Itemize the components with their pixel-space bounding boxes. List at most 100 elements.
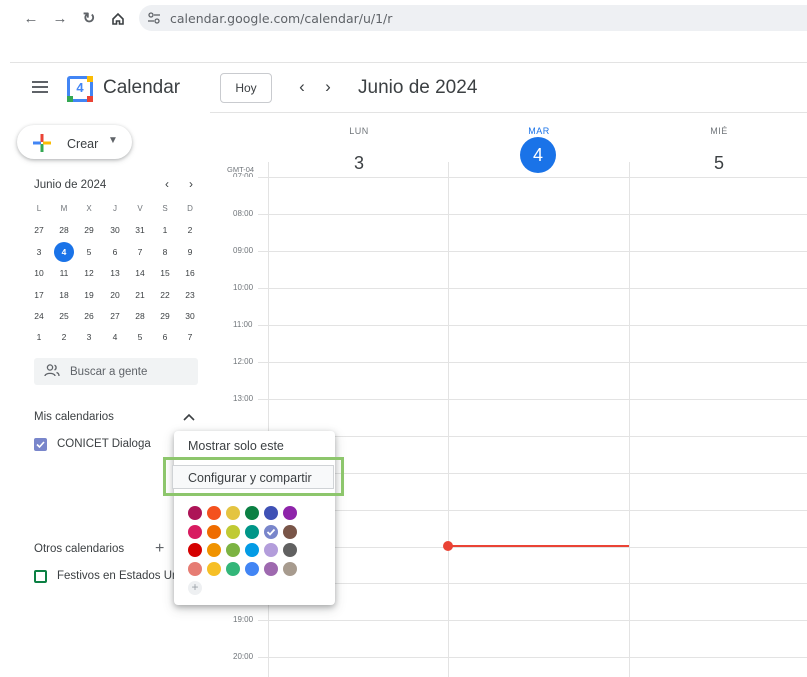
site-settings-icon[interactable] <box>147 11 161 30</box>
mini-day[interactable]: 31 <box>128 220 152 240</box>
mini-day[interactable]: 17 <box>27 285 51 305</box>
mini-day[interactable]: 28 <box>128 306 152 326</box>
my-calendars-title[interactable]: Mis calendarios <box>34 411 114 423</box>
mini-day[interactable]: 23 <box>178 285 202 305</box>
back-icon[interactable]: ← <box>21 9 41 29</box>
mini-day[interactable]: 27 <box>27 220 51 240</box>
color-swatch[interactable] <box>264 543 278 557</box>
color-swatch[interactable] <box>188 524 202 539</box>
mini-day[interactable]: 7 <box>178 327 202 347</box>
mini-day[interactable]: 3 <box>27 242 51 262</box>
mini-day[interactable]: 5 <box>128 327 152 347</box>
today-button[interactable]: Hoy <box>220 73 272 103</box>
mini-day[interactable]: 10 <box>27 263 51 283</box>
menu-item-show-only-this[interactable]: Mostrar solo este <box>188 439 284 453</box>
mini-day[interactable]: 25 <box>52 306 76 326</box>
day-number-tue[interactable]: 4 <box>520 137 556 173</box>
color-swatch[interactable] <box>264 561 278 576</box>
other-calendars-title[interactable]: Otros calendarios <box>34 543 124 555</box>
home-icon[interactable] <box>108 9 128 29</box>
mini-day[interactable]: 15 <box>153 263 177 283</box>
color-swatch[interactable] <box>188 506 202 520</box>
hour-line <box>268 288 807 289</box>
next-week-icon[interactable]: › <box>318 77 338 97</box>
color-swatch[interactable] <box>226 543 240 557</box>
day-number-wed[interactable]: 5 <box>701 145 737 181</box>
app-title: Calendar <box>103 77 181 98</box>
calendar-name-holidays[interactable]: Festivos en Estados Un <box>57 570 178 582</box>
color-swatch[interactable] <box>264 506 278 520</box>
column-divider <box>448 162 449 677</box>
mini-day[interactable]: 14 <box>128 263 152 283</box>
logo-number: 4 <box>76 80 84 95</box>
color-swatch[interactable] <box>207 506 221 520</box>
color-swatch[interactable] <box>245 543 259 557</box>
mini-day[interactable]: 11 <box>52 263 76 283</box>
color-swatch[interactable] <box>226 506 240 520</box>
mini-day-today[interactable]: 4 <box>54 241 74 262</box>
day-name-wed: MIÉ <box>710 126 728 136</box>
calendar-checkbox-holidays[interactable] <box>34 570 47 583</box>
mini-day[interactable]: 9 <box>178 242 202 262</box>
color-swatch[interactable] <box>245 561 259 576</box>
color-swatch[interactable] <box>245 524 259 539</box>
color-swatch[interactable] <box>207 561 221 576</box>
mini-day[interactable]: 22 <box>153 285 177 305</box>
chevron-up-icon[interactable] <box>183 410 195 424</box>
mini-day[interactable]: 18 <box>52 285 76 305</box>
mini-day[interactable]: 20 <box>103 285 127 305</box>
mini-weekday-header: J <box>113 204 117 213</box>
mini-day[interactable]: 30 <box>103 220 127 240</box>
color-swatch[interactable] <box>283 543 297 557</box>
day-number-mon[interactable]: 3 <box>341 145 377 181</box>
mini-day[interactable]: 28 <box>52 220 76 240</box>
mini-day[interactable]: 30 <box>178 306 202 326</box>
calendar-checkbox-conicet[interactable] <box>34 438 47 451</box>
mini-day[interactable]: 29 <box>77 220 101 240</box>
hour-label: 19:00 <box>233 615 254 624</box>
url-text[interactable]: calendar.google.com/calendar/u/1/r <box>170 11 392 26</box>
mini-next-month-icon[interactable]: › <box>184 177 198 191</box>
color-swatch-selected[interactable] <box>264 524 278 539</box>
color-swatch[interactable] <box>188 543 202 557</box>
mini-day[interactable]: 16 <box>178 263 202 283</box>
mini-prev-month-icon[interactable]: ‹ <box>160 177 174 191</box>
mini-day[interactable]: 6 <box>153 327 177 347</box>
mini-day[interactable]: 8 <box>153 242 177 262</box>
mini-day[interactable]: 3 <box>77 327 101 347</box>
color-swatch[interactable] <box>207 543 221 557</box>
mini-day[interactable]: 1 <box>153 220 177 240</box>
mini-day[interactable]: 29 <box>153 306 177 326</box>
mini-day[interactable]: 6 <box>103 242 127 262</box>
mini-day[interactable]: 4 <box>103 327 127 347</box>
mini-day[interactable]: 2 <box>52 327 76 347</box>
color-swatch[interactable] <box>207 524 221 539</box>
forward-icon[interactable]: → <box>50 9 70 29</box>
add-calendar-icon[interactable]: + <box>155 540 164 558</box>
mini-day[interactable]: 26 <box>77 306 101 326</box>
main-menu-icon[interactable] <box>32 80 48 99</box>
mini-day[interactable]: 7 <box>128 242 152 262</box>
caret-down-icon[interactable]: ▼ <box>108 135 118 146</box>
mini-day[interactable]: 12 <box>77 263 101 283</box>
mini-day[interactable]: 1 <box>27 327 51 347</box>
reload-icon[interactable]: ↻ <box>79 9 99 29</box>
color-swatch[interactable] <box>188 561 202 576</box>
color-swatch[interactable] <box>245 506 259 520</box>
color-swatch[interactable] <box>226 561 240 576</box>
mini-day[interactable]: 24 <box>27 306 51 326</box>
column-divider <box>629 162 630 677</box>
mini-day[interactable]: 2 <box>178 220 202 240</box>
color-swatch[interactable] <box>283 524 297 539</box>
calendar-name-conicet[interactable]: CONICET Dialoga <box>57 438 151 450</box>
mini-day[interactable]: 13 <box>103 263 127 283</box>
mini-day[interactable]: 27 <box>103 306 127 326</box>
mini-day[interactable]: 21 <box>128 285 152 305</box>
mini-day[interactable]: 5 <box>77 242 101 262</box>
color-swatch[interactable] <box>226 524 240 539</box>
color-swatch[interactable] <box>283 506 297 520</box>
add-custom-color-icon[interactable]: + <box>188 581 202 595</box>
previous-week-icon[interactable]: ‹ <box>292 77 312 97</box>
mini-day[interactable]: 19 <box>77 285 101 305</box>
color-swatch[interactable] <box>283 561 297 576</box>
